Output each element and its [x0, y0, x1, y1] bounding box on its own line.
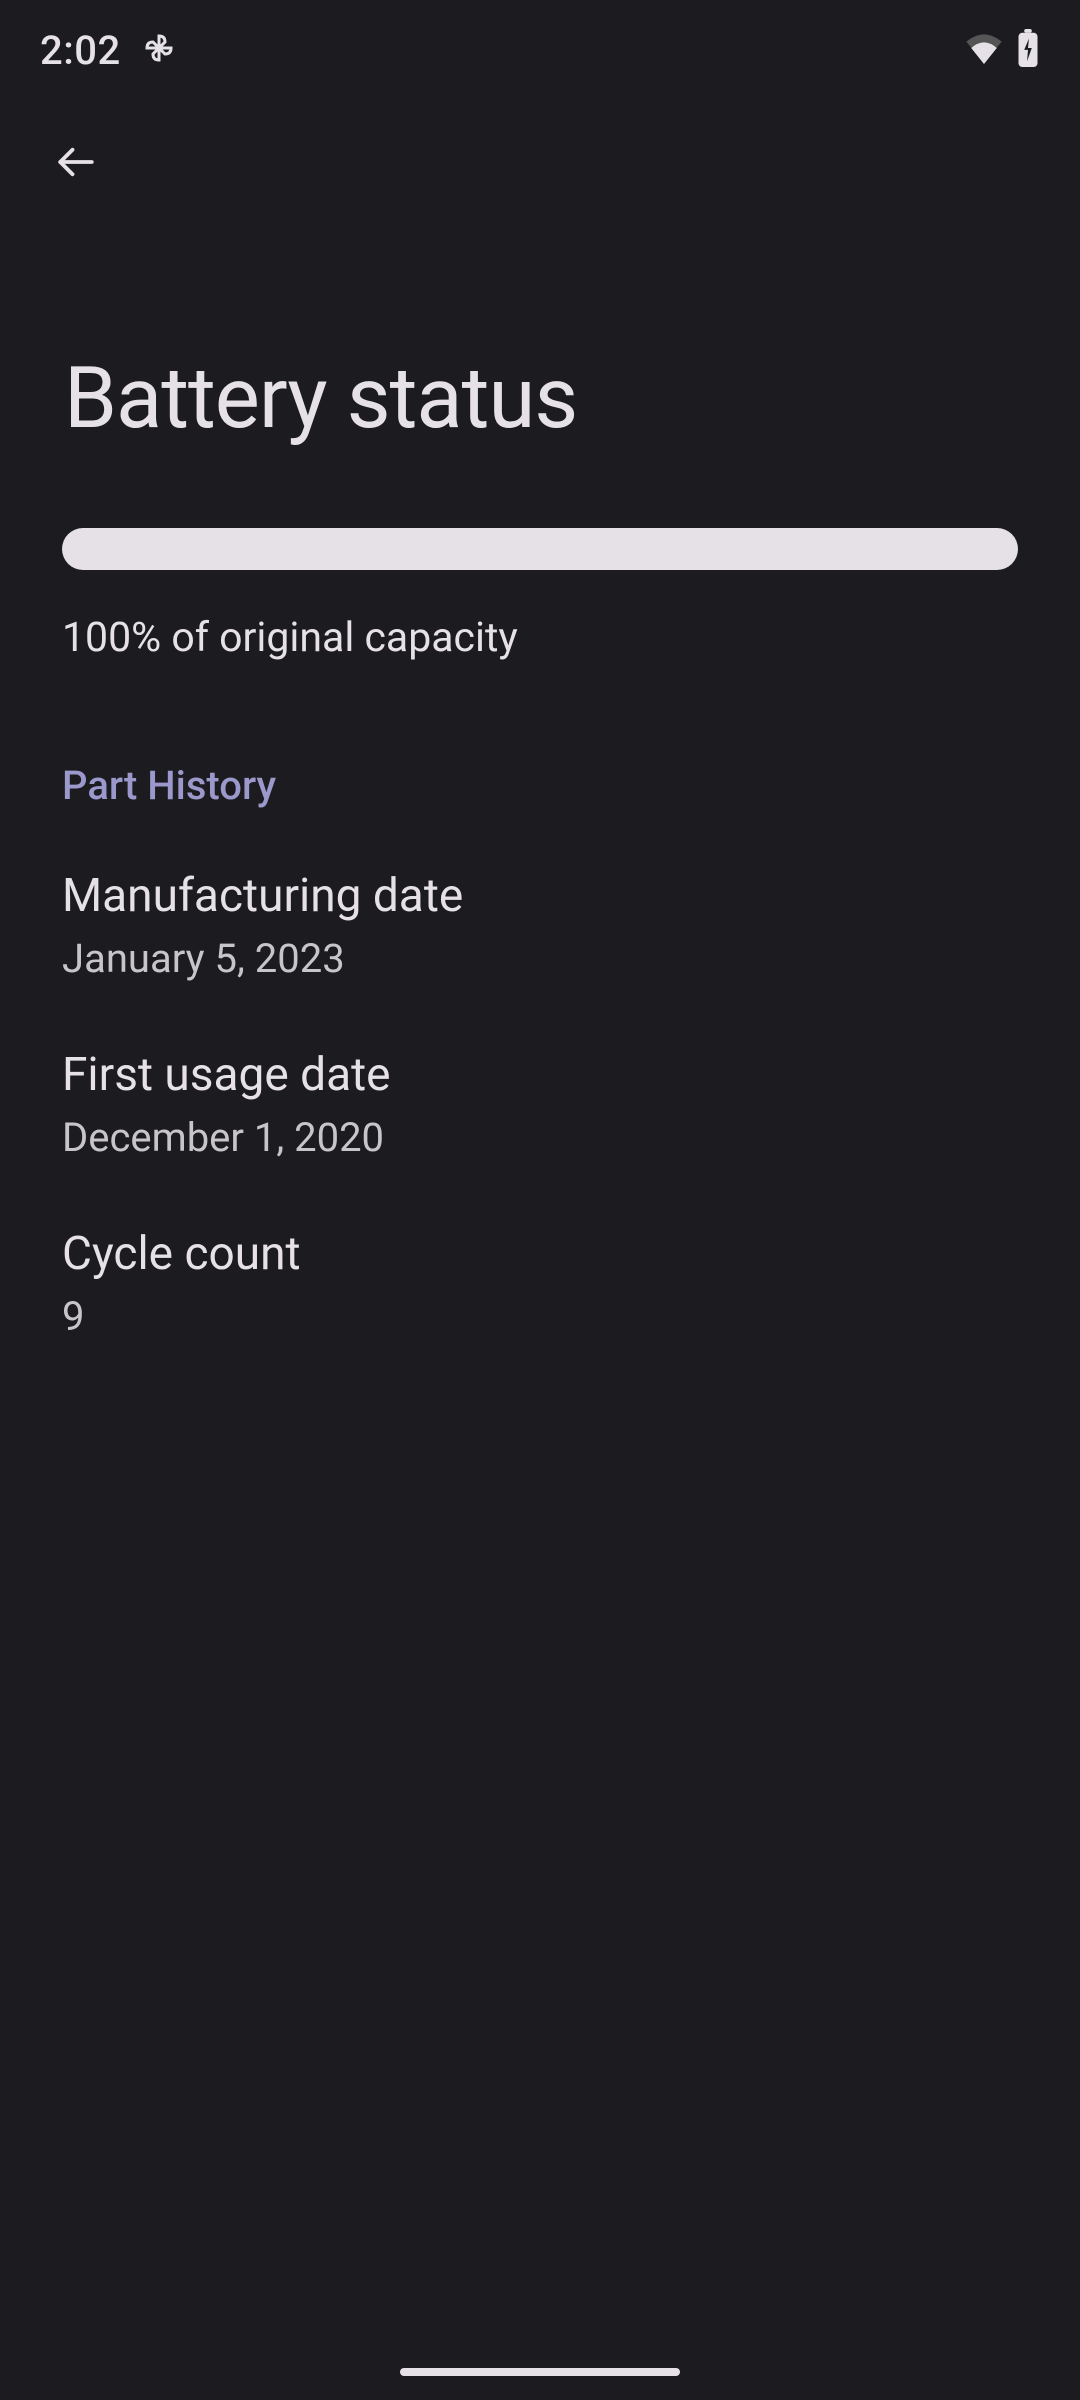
- item-label: Manufacturing date: [62, 869, 1018, 923]
- capacity-progress-bar: [62, 528, 1018, 570]
- content: 100% of original capacity Part History M…: [0, 528, 1080, 1340]
- item-value: December 1, 2020: [62, 1114, 1018, 1161]
- list-item-manufacturing-date[interactable]: Manufacturing date January 5, 2023: [62, 869, 1018, 982]
- list-item-cycle-count[interactable]: Cycle count 9: [62, 1227, 1018, 1340]
- item-value: January 5, 2023: [62, 935, 1018, 982]
- back-button[interactable]: [52, 140, 100, 188]
- navigation-handle[interactable]: [400, 2368, 680, 2376]
- item-value: 9: [62, 1293, 1018, 1340]
- capacity-text: 100% of original capacity: [62, 614, 1018, 662]
- item-label: Cycle count: [62, 1227, 1018, 1281]
- battery-charging-icon: [1016, 29, 1040, 71]
- status-left: 2:02: [40, 27, 177, 74]
- list-item-first-usage-date[interactable]: First usage date December 1, 2020: [62, 1048, 1018, 1161]
- page-title: Battery status: [40, 188, 1040, 528]
- status-time: 2:02: [40, 27, 121, 74]
- status-bar: 2:02: [0, 0, 1080, 90]
- arrow-left-icon: [55, 141, 97, 187]
- section-header-part-history: Part History: [62, 762, 1018, 809]
- header: Battery status: [0, 90, 1080, 528]
- pinwheel-icon: [141, 30, 177, 70]
- item-label: First usage date: [62, 1048, 1018, 1102]
- status-right: [964, 29, 1040, 71]
- wifi-icon: [964, 32, 1004, 68]
